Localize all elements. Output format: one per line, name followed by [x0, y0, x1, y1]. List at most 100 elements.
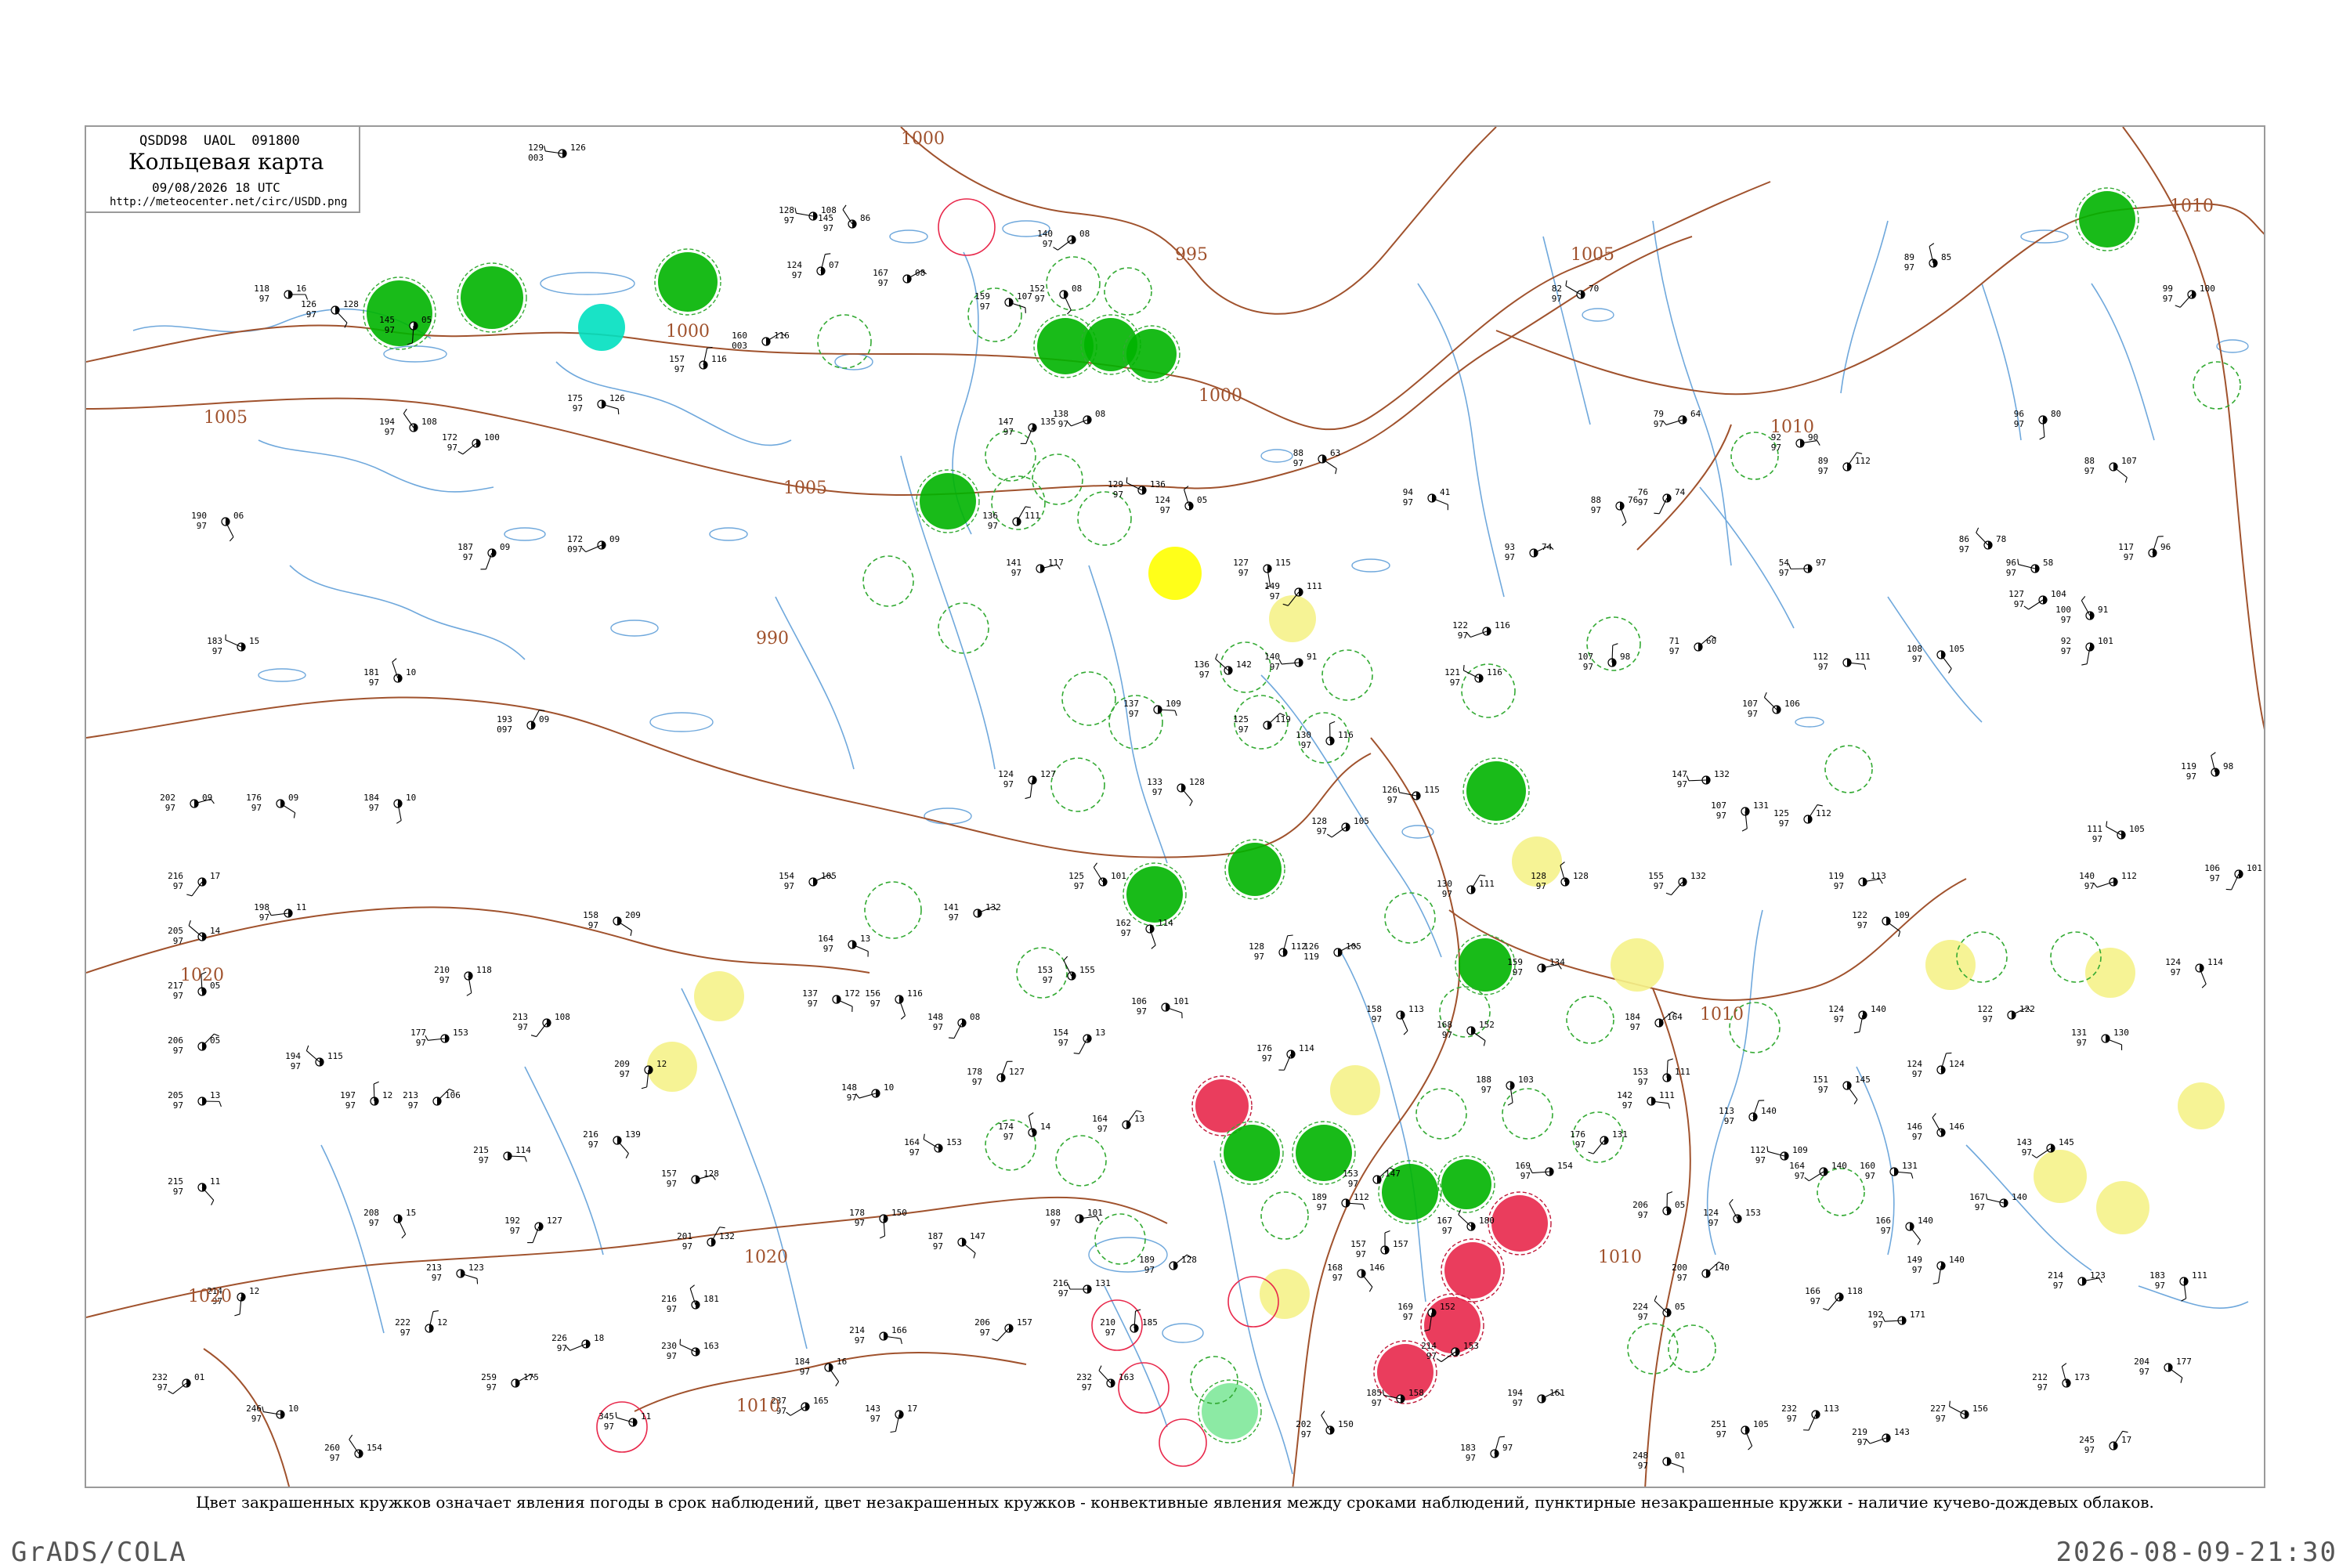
station-pressure: 127 — [1009, 1067, 1025, 1077]
station-pressure: 114 — [2207, 957, 2223, 967]
station-pressure: 126 — [570, 143, 586, 153]
station-plot: 2459717 — [2079, 1431, 2131, 1455]
station-dewpoint: 97 — [173, 1187, 183, 1197]
station-pressure: 128 — [1181, 1255, 1197, 1265]
station-pressure: 98 — [2223, 761, 2233, 771]
station-temperature: 160 — [732, 331, 747, 341]
station-plot: 1529708 — [1029, 284, 1082, 314]
station-dewpoint: 97 — [369, 1218, 379, 1228]
station-dewpoint: 97 — [1113, 490, 1123, 500]
wind-barb — [2029, 600, 2043, 609]
station-dewpoint: 97 — [2061, 646, 2071, 656]
station-plot: 10797106 — [1742, 692, 1800, 719]
wind-barb-feather — [467, 993, 472, 996]
station-temperature: 149 — [1264, 581, 1280, 591]
station-dewpoint: 97 — [870, 1414, 880, 1424]
station-plot: 23097163 — [661, 1339, 719, 1361]
station-temperature: 154 — [1053, 1028, 1068, 1038]
station-pressure: 12 — [656, 1059, 667, 1069]
station-plot: 1199798 — [2181, 753, 2233, 782]
station-temperature: 184 — [1625, 1012, 1640, 1022]
wind-barb-feather — [1336, 468, 1337, 474]
station-temperature: 164 — [1092, 1114, 1108, 1124]
station-pressure: 13 — [1134, 1114, 1144, 1124]
station-temperature: 230 — [661, 1341, 677, 1351]
weather-circle-light_haze_filled — [2178, 1082, 2225, 1129]
wind-barb — [1058, 240, 1072, 250]
weather-circle-cb_ring — [1051, 758, 1104, 811]
station-temperature: 128 — [1311, 816, 1327, 826]
station-pressure: 158 — [1408, 1388, 1424, 1398]
station-dewpoint: 97 — [988, 521, 998, 531]
wind-barb-feather — [1949, 669, 1952, 674]
station-dewpoint: 97 — [1583, 662, 1593, 672]
wind-barb-feather — [1137, 1111, 1142, 1112]
station-dewpoint: 97 — [980, 302, 990, 312]
station-temperature: 206 — [974, 1317, 990, 1328]
station-temperature: 146 — [1907, 1122, 1922, 1132]
weather-circle-thunder_ring — [938, 199, 995, 255]
station-temperature: 124 — [1703, 1208, 1719, 1218]
station-temperature: 345 — [598, 1411, 614, 1422]
wind-barb — [1932, 1118, 1941, 1133]
wind-barb-feather — [1064, 956, 1068, 960]
station-temperature: 151 — [1813, 1075, 1828, 1085]
station-temperature: 107 — [1742, 699, 1758, 709]
station-dewpoint: 97 — [2155, 1281, 2165, 1291]
station-plot: 12297109 — [1852, 910, 1910, 937]
station-pressure: 140 — [1831, 1161, 1847, 1171]
footer-timestamp: 2026-08-09-21:30 — [2055, 1537, 2337, 1568]
station-plot: 2269718 — [551, 1333, 604, 1353]
map-datetime: 09/08/2026 18 UTC — [152, 180, 280, 195]
station-temperature: 188 — [1476, 1075, 1491, 1085]
station-plot: 15797128 — [661, 1169, 719, 1189]
station-plot: 20697157 — [974, 1317, 1032, 1341]
station-pressure: 165 — [813, 1396, 829, 1406]
station-dewpoint: 97 — [2092, 834, 2102, 844]
station-plot: 11297111 — [1813, 652, 1871, 672]
station-temperature: 88 — [1591, 495, 1601, 505]
station-plot: 1079798 — [1578, 644, 1630, 672]
station-plot: 1879709 — [457, 542, 510, 569]
station-pressure: 08 — [915, 268, 925, 278]
station-temperature: 216 — [661, 1294, 677, 1304]
station-temperature: 131 — [2071, 1028, 2087, 1038]
wind-barb-feather — [1932, 1113, 1936, 1117]
wind-barb-feather — [1856, 453, 1862, 454]
wind-barb-feather — [234, 1314, 240, 1316]
station-temperature: 106 — [2204, 863, 2220, 873]
weather-circle-light_haze_filled — [1925, 940, 1976, 990]
station-plot: 2089715 — [363, 1208, 416, 1238]
station-dewpoint: 97 — [1513, 967, 1523, 977]
station-plot: 21997143 — [1852, 1427, 1910, 1447]
station-pressure: 161 — [1549, 1388, 1565, 1398]
station-plot: 11197105 — [2087, 821, 2145, 844]
station-plot: 1409791 — [1264, 652, 1317, 672]
station-temperature: 189 — [1139, 1255, 1155, 1265]
station-pressure: 14 — [1040, 1122, 1051, 1132]
wind-barb — [2081, 601, 2090, 616]
wind-barb-feather — [1654, 1295, 1657, 1300]
station-dewpoint: 97 — [1254, 952, 1264, 962]
station-pressure: 116 — [1338, 730, 1354, 740]
station-pressure: 01 — [194, 1372, 204, 1382]
wind-barb — [1612, 645, 1613, 663]
station-dewpoint: 97 — [259, 912, 269, 923]
station-temperature: 166 — [1805, 1286, 1820, 1296]
station-dewpoint: 97 — [1058, 419, 1068, 429]
station-pressure: 98 — [1620, 652, 1630, 662]
station-pressure: 113 — [1408, 1004, 1424, 1014]
station-dewpoint: 003 — [732, 341, 747, 351]
station-plot: 16797180 — [1437, 1209, 1495, 1236]
station-temperature: 147 — [1672, 769, 1687, 779]
station-plot: 1489710 — [841, 1082, 894, 1103]
weather-circle-rain_filled — [363, 277, 436, 349]
isobar-label: 1020 — [188, 1287, 232, 1306]
bulletin-code: QSDD98 UAOL 091800 — [139, 133, 300, 149]
wind-barb-feather — [1437, 1359, 1441, 1362]
station-plot: 15797157 — [1350, 1230, 1408, 1259]
weather-circles — [363, 188, 2240, 1466]
station-dewpoint: 97 — [1912, 654, 1922, 664]
station-plot: 949741 — [1403, 487, 1451, 510]
station-plot: 2059714 — [168, 920, 220, 946]
